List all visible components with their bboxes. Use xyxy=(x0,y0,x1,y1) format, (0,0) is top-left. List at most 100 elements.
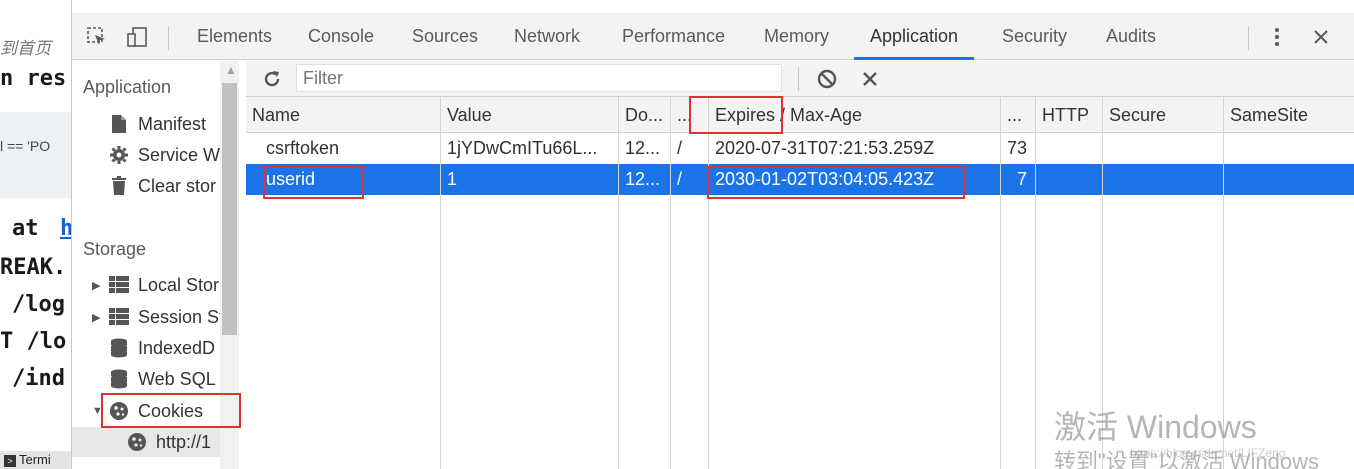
sidebar-item-session-storage[interactable]: ▶ Session St xyxy=(92,302,224,332)
close-devtools-icon[interactable] xyxy=(1308,24,1334,50)
expand-triangle-icon[interactable]: ▶ xyxy=(92,311,104,324)
tab-network[interactable]: Network xyxy=(514,14,580,60)
column-divider[interactable] xyxy=(1000,97,1001,469)
toolbar-divider xyxy=(798,67,799,91)
editor-link[interactable]: h xyxy=(60,216,71,241)
cookie-icon xyxy=(126,431,148,453)
sidebar-scroll-thumb[interactable] xyxy=(222,83,237,335)
table-row[interactable]: csrftoken 1jYDwCmITu66L... 12... / 2020-… xyxy=(246,133,1354,164)
more-options-icon[interactable] xyxy=(1264,24,1290,50)
terminal-label: Termi xyxy=(19,452,51,467)
editor-line: REAK. xyxy=(0,255,67,280)
devtools-tabbar: Elements Console Sources Network Perform… xyxy=(72,14,1354,60)
cell-name: csrftoken xyxy=(266,138,340,158)
column-divider[interactable] xyxy=(440,97,441,469)
sidebar-item-label: Clear stor xyxy=(138,175,217,196)
editor-line: n res xyxy=(0,66,67,91)
cookies-toolbar xyxy=(246,61,1354,97)
tab-sources[interactable]: Sources xyxy=(412,14,478,60)
cell-secure xyxy=(1103,164,1223,195)
sidebar-item-label: Manifest xyxy=(138,113,207,134)
cell-size: 7 xyxy=(1016,169,1027,189)
sidebar-item-service-workers[interactable]: Service W xyxy=(108,140,220,170)
cell-domain: 12... xyxy=(625,138,661,158)
sidebar-item-manifest[interactable]: Manifest xyxy=(108,109,206,139)
sidebar-item-clear-storage[interactable]: Clear stor xyxy=(108,171,216,201)
column-header-http[interactable]: HTTP xyxy=(1036,97,1102,133)
sidebar-item-label: http://1 xyxy=(156,431,212,452)
sidebar-item-label: Service W xyxy=(138,144,221,165)
toolbar-divider xyxy=(168,26,169,50)
sidebar-item-cookies[interactable]: ▼ Cookies xyxy=(92,396,203,426)
column-divider[interactable] xyxy=(670,97,671,469)
tab-memory[interactable]: Memory xyxy=(764,14,829,60)
column-header-domain[interactable]: Do... xyxy=(619,97,670,133)
cell-expires: 2020-07-31T07:21:53.259Z xyxy=(715,138,935,158)
sidebar-item-label: Cookies xyxy=(138,400,204,421)
column-divider[interactable] xyxy=(618,97,619,469)
cell-http xyxy=(1036,164,1102,195)
column-header-expires[interactable]: Expires / Max-Age xyxy=(709,97,1000,133)
column-header-size[interactable]: ... xyxy=(1001,97,1035,133)
tab-security[interactable]: Security xyxy=(1002,14,1067,60)
editor-band xyxy=(0,112,71,198)
column-header-path[interactable]: ... xyxy=(671,97,708,133)
background-editor: 到首页 n res l == 'PO at h REAK. /log T /lo… xyxy=(0,0,72,469)
sidebar-item-label: Web SQL xyxy=(138,368,216,389)
database-icon xyxy=(108,368,130,390)
tab-performance[interactable]: Performance xyxy=(622,14,725,60)
block-icon[interactable] xyxy=(813,65,841,93)
sidebar-item-web-sql[interactable]: Web SQL xyxy=(108,364,216,394)
filter-input[interactable] xyxy=(296,64,782,92)
sidebar-item-cookie-origin[interactable]: http://1 xyxy=(72,427,220,457)
cell-domain: 12... xyxy=(625,169,661,189)
blog-url-watermark: https://blog.csdn.net/LIFZeng xyxy=(1130,446,1286,460)
scroll-up-arrow-icon[interactable]: ▲ xyxy=(225,63,237,77)
devtools-panel: Elements Console Sources Network Perform… xyxy=(72,0,1354,469)
column-header-name[interactable]: Name xyxy=(246,97,440,133)
editor-line: at xyxy=(12,216,39,241)
device-toolbar-icon[interactable] xyxy=(124,24,150,50)
cell-samesite xyxy=(1224,164,1354,195)
terminal-tab[interactable]: > Termi xyxy=(0,451,71,469)
sidebar-item-local-storage[interactable]: ▶ Local Stor xyxy=(92,270,219,300)
expand-triangle-icon[interactable]: ▶ xyxy=(92,279,104,292)
cookie-icon xyxy=(108,400,130,422)
editor-line: /log xyxy=(12,292,65,317)
inspect-element-icon[interactable] xyxy=(84,24,110,50)
sidebar-item-label: IndexedD xyxy=(138,337,216,358)
toolbar-divider xyxy=(1248,26,1249,50)
gear-icon xyxy=(108,144,130,166)
sidebar-item-label: Session St xyxy=(138,306,225,327)
editor-line: 到首页 xyxy=(0,39,51,59)
column-header-value[interactable]: Value xyxy=(441,97,618,133)
cell-name: userid xyxy=(266,169,316,189)
column-header-samesite[interactable]: SameSite xyxy=(1224,97,1354,133)
sidebar-heading-storage: Storage xyxy=(83,239,147,259)
editor-line: /ind xyxy=(12,366,65,391)
column-divider[interactable] xyxy=(1035,97,1036,469)
activation-watermark: 激活 Windows xyxy=(1054,409,1257,445)
cell-value: 1 xyxy=(447,169,458,189)
cell-samesite xyxy=(1224,133,1354,164)
table-row[interactable]: userid 1 12... / 2030-01-02T03:04:05.423… xyxy=(246,164,1354,195)
sidebar-item-label: Local Stor xyxy=(138,274,220,295)
tab-application[interactable]: Application xyxy=(854,14,975,60)
cell-expires: 2030-01-02T03:04:05.423Z xyxy=(715,169,935,189)
refresh-icon[interactable] xyxy=(258,65,286,93)
tab-audits[interactable]: Audits xyxy=(1106,14,1156,60)
cell-http xyxy=(1036,133,1102,164)
close-icon[interactable] xyxy=(856,65,884,93)
trash-icon xyxy=(108,175,130,197)
cell-path: / xyxy=(677,138,683,158)
tab-elements[interactable]: Elements xyxy=(197,14,272,60)
grid-icon xyxy=(108,274,130,296)
table-header: Name Value Do... ... Expires / Max-Age .… xyxy=(246,97,1354,133)
cell-secure xyxy=(1103,133,1223,164)
tab-console[interactable]: Console xyxy=(308,14,374,60)
database-icon xyxy=(108,337,130,359)
column-header-secure[interactable]: Secure xyxy=(1103,97,1223,133)
column-divider[interactable] xyxy=(708,97,709,469)
sidebar-item-indexeddb[interactable]: IndexedD xyxy=(108,333,215,363)
collapse-triangle-icon[interactable]: ▼ xyxy=(92,405,104,417)
